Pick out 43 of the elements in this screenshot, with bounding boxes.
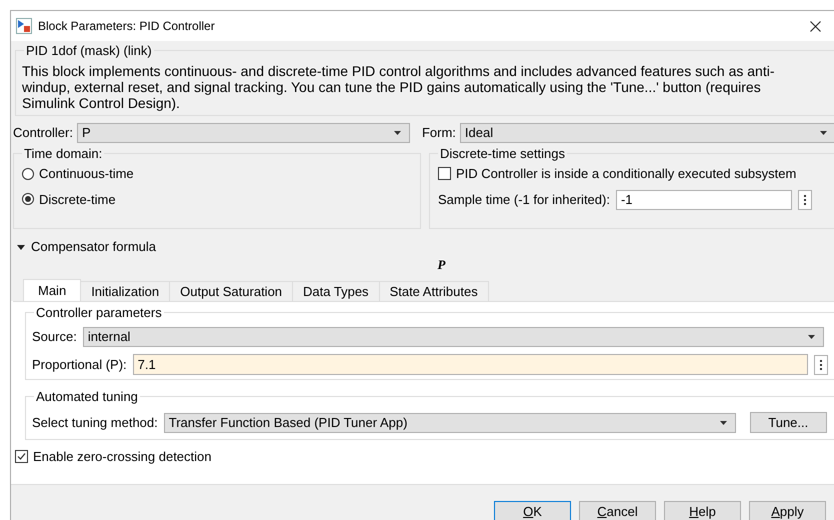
checkbox[interactable] (15, 450, 28, 464)
tab[interactable]: Output Saturation (170, 281, 294, 301)
source-dropdown[interactable]: internal (82, 327, 824, 347)
close-icon[interactable] (810, 20, 821, 32)
checkbox-label: PID Controller is inside a conditionally executed subsystem (456, 165, 796, 183)
radio-label: Continuous-time (39, 165, 134, 183)
more-options-button[interactable] (814, 354, 828, 374)
checkbox-label: Enable zero-crossing detection (33, 448, 212, 466)
field-label: Source: (32, 328, 77, 346)
field-label: Sample time (-1 for inherited): (438, 190, 610, 209)
sample-time-field[interactable]: -1 (616, 190, 792, 210)
controller-dropdown[interactable]: P (76, 123, 410, 143)
checkbox[interactable] (438, 167, 451, 180)
tab[interactable]: Initialization (81, 281, 170, 301)
field-label: Proportional (P): (32, 356, 127, 374)
section-toggle[interactable]: Compensator formula (31, 237, 156, 257)
radio-button[interactable] (22, 168, 34, 180)
block-icon (16, 18, 32, 34)
tuning-method-dropdown[interactable]: Transfer Function Based (PID Tuner App) (164, 412, 736, 432)
radio-button[interactable] (22, 193, 34, 206)
caret-icon (808, 335, 815, 339)
dialog-button[interactable]: Cancel (579, 501, 656, 520)
caret-icon (720, 420, 727, 424)
tab[interactable]: Data Types (293, 281, 380, 301)
window-title: Block Parameters: PID Controller (38, 18, 216, 35)
field-label: Select tuning method: (32, 414, 158, 432)
tune-button[interactable]: Tune... (750, 412, 827, 433)
caret-icon (820, 131, 827, 135)
dialog-button[interactable]: Help (664, 501, 741, 520)
dialog-button[interactable]: Apply (749, 501, 826, 520)
more-options-button[interactable] (798, 190, 812, 210)
radio-label: Discrete-time (39, 190, 116, 208)
description: This block implements continuous- and discrete-time PID control algorithms and includes advanced features such as anti-windup, external reset, and signal tracking. You can tune the PID gains automatically using the 'Tune...' button (requires Simulink Control Design). (22, 63, 776, 111)
expand-triangle-icon[interactable] (17, 244, 25, 250)
form-dropdown[interactable]: Ideal (460, 123, 834, 143)
formula: P (438, 256, 446, 274)
field-label: Controller: (13, 124, 73, 142)
proportional-field[interactable]: 7.1 (132, 354, 808, 375)
field-label: Form: (422, 124, 456, 142)
tab[interactable]: Main (23, 279, 82, 301)
tab[interactable]: State Attributes (380, 281, 489, 301)
dialog-button[interactable]: OK (494, 501, 571, 520)
caret-icon (394, 131, 401, 135)
